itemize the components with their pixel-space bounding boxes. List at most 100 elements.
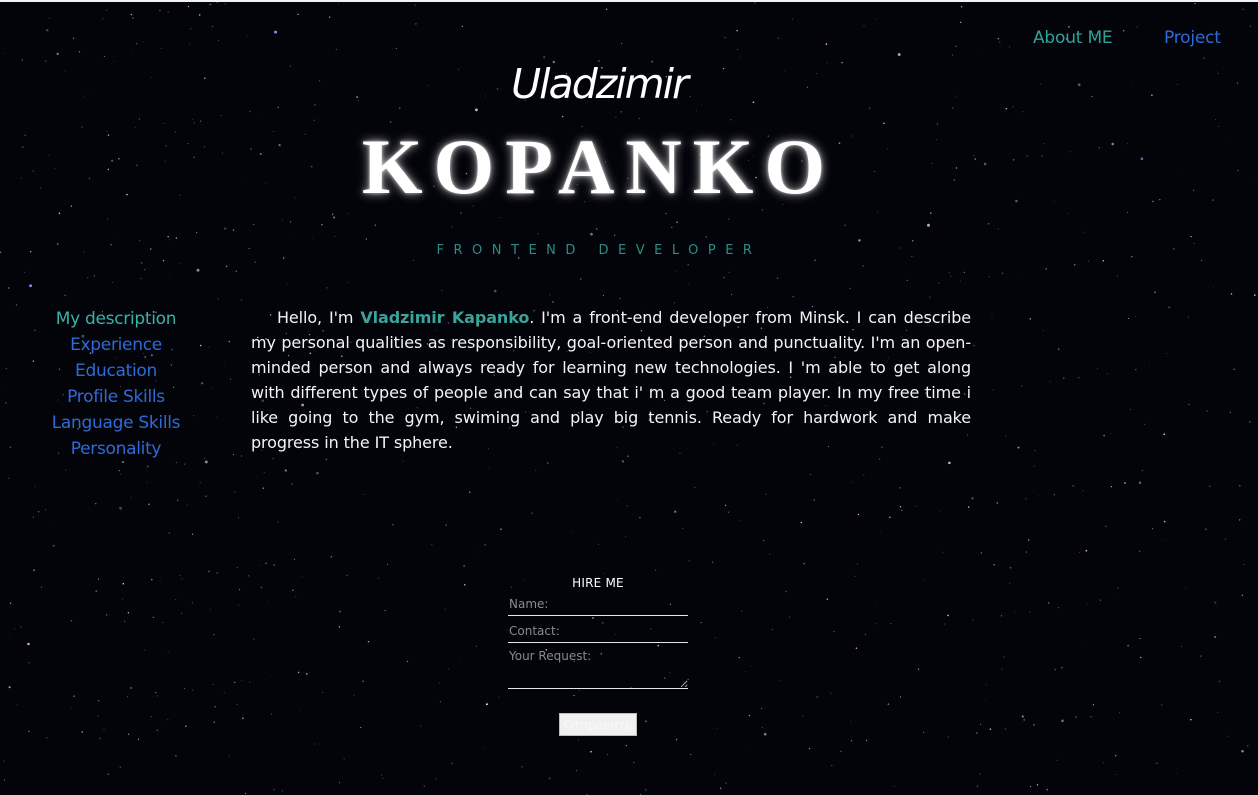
star: [1038, 494, 1040, 496]
star: [132, 17, 134, 19]
star: [439, 682, 441, 684]
star: [334, 235, 336, 237]
star: [225, 265, 228, 267]
star: [1061, 719, 1064, 723]
star: [265, 562, 267, 565]
star: [272, 458, 274, 460]
star: [813, 499, 815, 501]
star: [415, 23, 417, 25]
star: [1022, 111, 1024, 113]
star: [121, 598, 124, 600]
star: [1190, 718, 1192, 721]
star: [1079, 551, 1081, 554]
star: [716, 727, 718, 729]
star: [253, 223, 255, 225]
star: [38, 511, 40, 513]
star: [942, 551, 944, 553]
star: [81, 731, 83, 733]
star: [4, 779, 6, 781]
star: [223, 692, 225, 694]
star: [252, 638, 255, 640]
star: [1100, 599, 1101, 601]
star: [148, 503, 150, 506]
star: [792, 295, 794, 298]
star: [1001, 668, 1003, 670]
star: [644, 789, 647, 791]
star: [254, 261, 256, 263]
star: [102, 17, 104, 20]
star: [346, 281, 348, 283]
star: [4, 53, 5, 54]
star: [151, 578, 153, 581]
side-nav-item-profile-skills[interactable]: Profile Skills: [40, 384, 192, 410]
star: [1175, 772, 1177, 774]
star: [580, 278, 582, 280]
star: [731, 294, 733, 296]
star: [160, 47, 162, 49]
star: [1078, 377, 1080, 379]
star: [260, 586, 263, 589]
star: [724, 37, 726, 39]
star: [620, 42, 623, 44]
star: [377, 577, 380, 579]
star: [1163, 520, 1166, 523]
star: [236, 566, 239, 569]
star: [950, 275, 952, 277]
star: [448, 668, 450, 670]
star: [73, 695, 75, 697]
star: [844, 224, 846, 227]
star: [878, 458, 881, 460]
star: [406, 660, 409, 663]
star: [858, 239, 861, 242]
star: [236, 704, 238, 705]
star: [1056, 759, 1058, 761]
star: [674, 510, 677, 513]
contact-input[interactable]: [508, 621, 688, 643]
nav-link-project[interactable]: Project: [1164, 28, 1221, 48]
side-nav-item-personality[interactable]: Personality: [40, 436, 192, 462]
star: [441, 290, 443, 292]
star: [863, 25, 865, 27]
nav-link-about[interactable]: About ME: [1033, 28, 1113, 48]
star: [451, 762, 453, 764]
side-nav-item-experience[interactable]: Experience: [40, 332, 192, 358]
star: [570, 532, 572, 534]
star: [639, 516, 641, 519]
star: [214, 705, 216, 708]
star: [991, 317, 993, 319]
star: [777, 37, 780, 39]
star: [803, 562, 805, 565]
side-nav-item-my-description[interactable]: My description: [40, 306, 192, 332]
star: [211, 387, 213, 389]
star: [205, 495, 207, 497]
star: [46, 28, 49, 32]
star: [665, 213, 667, 215]
star: [103, 55, 105, 57]
star: [198, 14, 201, 16]
star: [761, 708, 763, 709]
star: [857, 513, 860, 516]
star: [789, 616, 791, 618]
star: [607, 754, 608, 756]
star: [947, 614, 949, 617]
side-nav-item-language-skills[interactable]: Language Skills: [40, 410, 192, 436]
star: [15, 304, 17, 306]
star: [204, 460, 208, 464]
side-nav-item-education[interactable]: Education: [40, 358, 192, 384]
star: [130, 497, 132, 499]
star: [654, 569, 657, 572]
submit-button[interactable]: Отправить: [559, 713, 637, 736]
star: [380, 774, 383, 776]
star: [1017, 446, 1020, 449]
star: [183, 688, 185, 690]
star: [224, 227, 227, 230]
request-textarea[interactable]: [508, 648, 688, 689]
star: [106, 614, 108, 616]
star: [855, 647, 858, 649]
star: [13, 628, 15, 630]
star: [744, 670, 746, 672]
name-input[interactable]: [508, 594, 688, 616]
star: [988, 276, 990, 278]
star: [700, 622, 702, 623]
star: [240, 299, 243, 301]
